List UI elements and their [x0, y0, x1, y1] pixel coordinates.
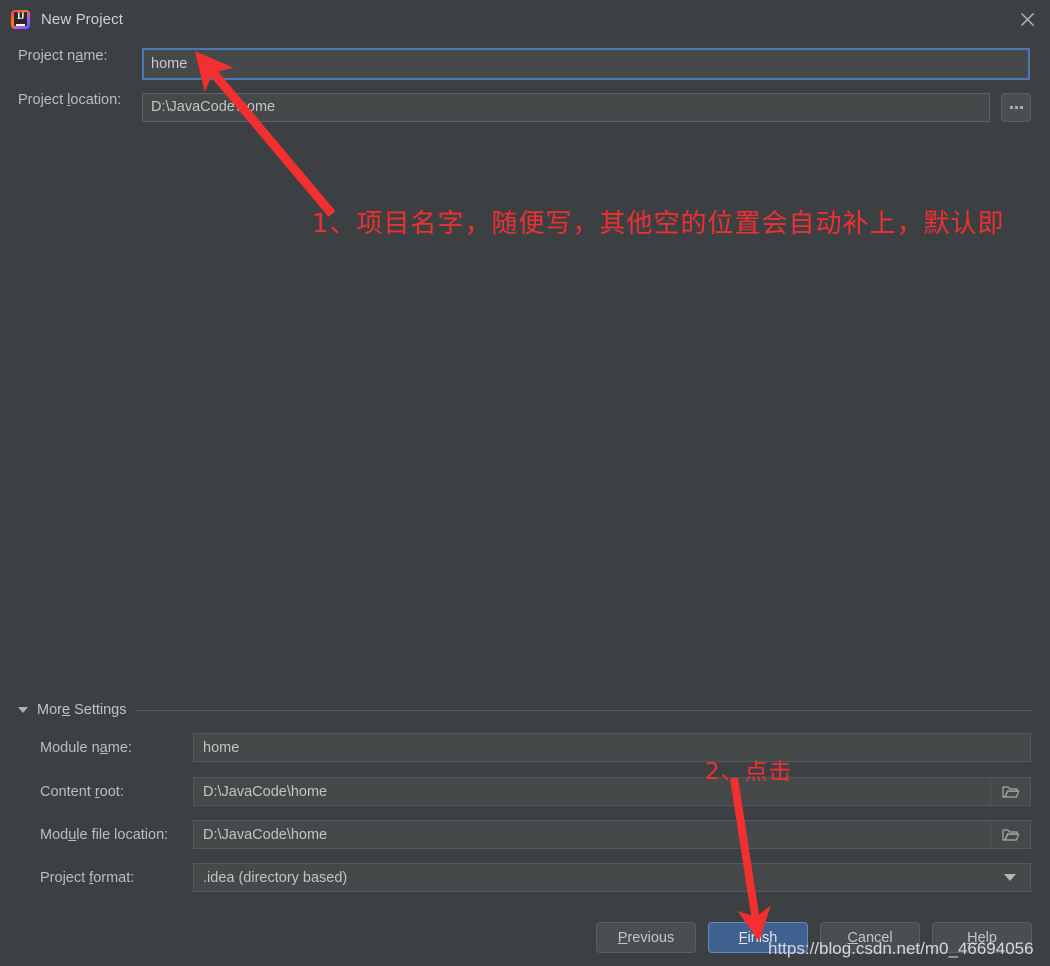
more-settings-header[interactable]: More Settings	[18, 698, 1032, 722]
project-location-value: D:\JavaCode\home	[151, 99, 276, 116]
chevron-down-icon[interactable]	[990, 864, 1030, 891]
intellij-idea-logo-icon: IJ	[11, 9, 30, 29]
module-file-location-value: D:\JavaCode\home	[203, 826, 328, 843]
ellipsis-icon-dot	[1009, 106, 1013, 109]
folder-icon[interactable]	[990, 778, 1030, 805]
module-file-location-input[interactable]: D:\JavaCode\home	[193, 820, 1031, 849]
more-settings-label: More Settings	[37, 702, 127, 718]
watermark-text: https://blog.csdn.net/m0_46694056	[768, 939, 1034, 958]
browse-location-button[interactable]	[1001, 93, 1031, 122]
project-location-label: Project location:	[18, 92, 122, 108]
annotation-text-step2: 2、点击	[705, 759, 793, 785]
module-file-location-label: Module file location:	[40, 826, 169, 843]
project-name-label: Project name:	[18, 48, 108, 64]
ellipsis-icon-dot	[1019, 106, 1023, 109]
folder-icon[interactable]	[990, 821, 1030, 848]
project-name-value: home	[151, 56, 188, 72]
project-location-input[interactable]: D:\JavaCode\home	[142, 93, 990, 122]
project-location-row: Project location:	[18, 92, 144, 108]
module-name-row: Module name: home	[40, 733, 1032, 762]
section-divider	[136, 710, 1032, 711]
content-root-input[interactable]: D:\JavaCode\home	[193, 777, 1031, 806]
module-name-label: Module name:	[40, 739, 132, 756]
close-icon[interactable]	[1004, 0, 1050, 38]
module-file-location-row: Module file location: D:\JavaCode\home	[40, 820, 1032, 849]
project-name-input[interactable]: home	[142, 48, 1030, 80]
project-format-select[interactable]: .idea (directory based)	[193, 863, 1031, 892]
content-root-label: Content root:	[40, 783, 124, 800]
ellipsis-icon-dot	[1014, 106, 1018, 109]
content-root-value: D:\JavaCode\home	[203, 783, 328, 800]
content-root-row: Content root: D:\JavaCode\home	[40, 777, 1032, 806]
previous-button[interactable]: Previous	[596, 922, 696, 953]
title-bar: IJ New Project	[0, 0, 1050, 38]
annotation-arrow-1	[194, 51, 336, 217]
module-name-input[interactable]: home	[193, 733, 1031, 762]
module-name-value: home	[203, 739, 240, 756]
project-name-row: Project name:	[18, 48, 144, 64]
annotation-text-step1: 1、项目名字，随便写，其他空的位置会自动补上，默认即	[312, 209, 1005, 239]
triangle-down-icon	[18, 707, 28, 713]
project-format-label: Project format:	[40, 869, 135, 886]
project-format-row: Project format: .idea (directory based)	[40, 863, 1032, 892]
window-title: New Project	[41, 10, 123, 28]
project-format-value: .idea (directory based)	[203, 869, 348, 886]
